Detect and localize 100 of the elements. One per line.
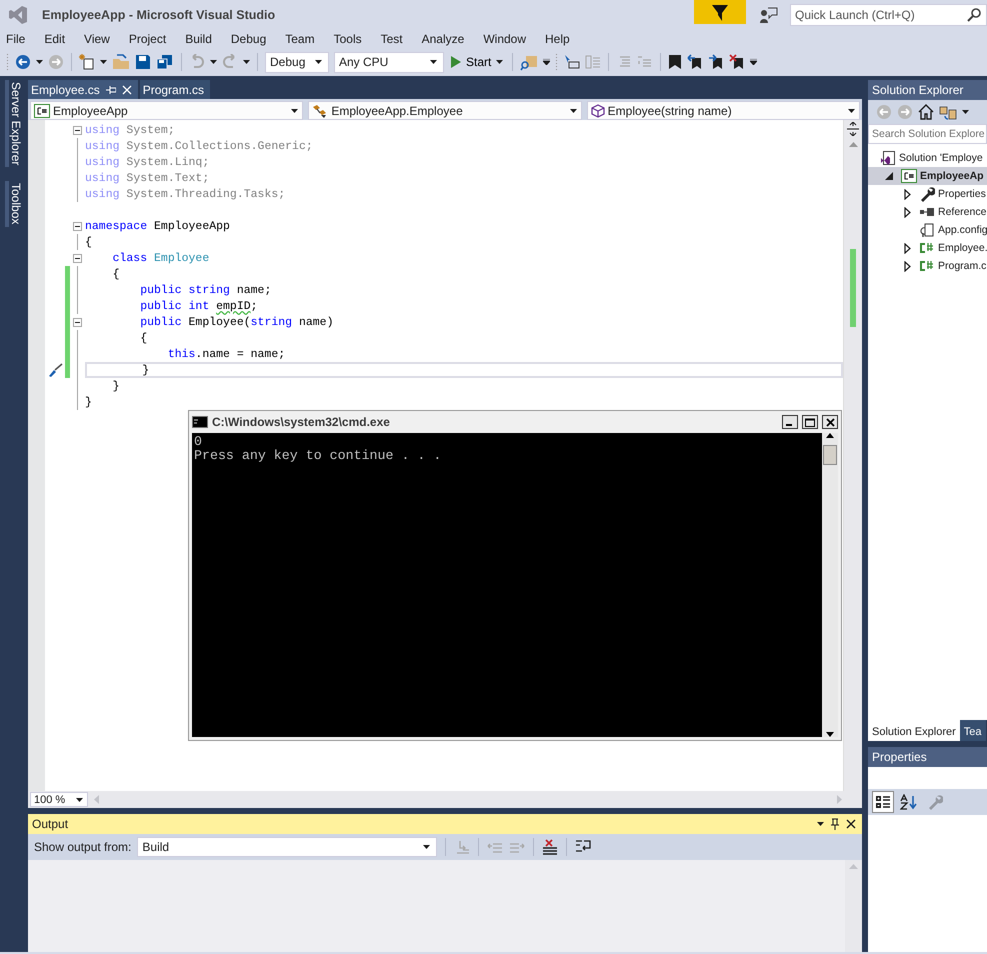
maximize-icon [805,418,815,426]
collapse-icon[interactable] [73,126,82,134]
collapse-icon[interactable] [73,318,82,326]
csharp-project-icon [34,104,50,118]
collapsed-arrow-icon[interactable] [904,260,910,272]
caret-icon[interactable] [243,60,250,64]
tree-item[interactable]: Properties [868,185,987,203]
overflow-icon[interactable] [543,59,550,65]
navigation-dropdown[interactable]: EmployeeApp.Employee [308,101,582,120]
menu-item[interactable]: Window [483,32,532,46]
split-icon[interactable] [847,122,859,136]
document-tab[interactable]: Program.cs [140,80,210,99]
console-icon [192,416,208,428]
tree-item[interactable]: EmployeeAp [868,167,987,185]
pin-icon[interactable] [830,818,840,830]
find-in-files-icon[interactable] [520,53,538,71]
overflow-icon[interactable] [750,59,758,65]
config-file-icon [919,222,935,238]
categorized-icon [875,794,891,810]
collapsed-arrow-icon[interactable] [904,188,910,200]
menu-item[interactable]: Debug [230,32,272,46]
collapse-icon[interactable] [73,254,82,262]
scroll-thumb[interactable] [823,445,837,465]
close-icon[interactable] [846,819,856,829]
save-icon[interactable] [135,54,151,70]
code-line: this.name = name; [166,348,286,360]
code-line: class Employee [112,252,210,264]
caret-icon[interactable] [210,60,217,64]
menu-item[interactable]: Test [380,32,409,46]
class-icon [312,104,328,118]
menu-item[interactable]: Analyze [422,32,470,46]
menu-item[interactable]: File [6,32,32,46]
code-line: public Employee(string name) [139,316,334,328]
collapsed-arrow-icon[interactable] [904,206,910,218]
tree-item[interactable]: Reference [868,203,987,221]
minimize-button[interactable] [782,415,798,429]
code-line: } [112,380,120,392]
panel-title: Properties [868,747,987,767]
clear-bookmarks-icon[interactable] [729,54,746,70]
search-field[interactable]: Search Solution Explore [868,124,987,144]
tree-item[interactable]: App.config [868,221,987,239]
caret-icon[interactable] [962,110,969,114]
zoom-dropdown[interactable]: 100 % [30,792,88,807]
vertical-scrollbar[interactable] [845,860,862,952]
toolbar-button[interactable] [872,791,894,813]
menu-item[interactable]: Build [185,32,218,46]
navigation-dropdown[interactable]: Employee(string name) [586,101,860,120]
code-line: using System.Threading.Tasks; [85,188,286,200]
previous-bookmark-icon[interactable] [687,54,704,70]
select-icon[interactable] [564,54,580,70]
window-title: C:\Windows\system32\cmd.exe [212,415,391,429]
next-bookmark-icon[interactable] [708,54,724,70]
open-folder-icon[interactable] [112,54,130,70]
menu-item[interactable]: Tools [334,32,368,46]
search-icon[interactable] [967,8,981,22]
caret-icon [496,60,504,64]
vertical-scrollbar[interactable] [843,120,862,791]
vertical-scrollbar[interactable] [822,433,838,737]
close-button[interactable] [822,415,838,429]
menu-item[interactable]: Team [285,32,321,46]
save-all-icon[interactable] [156,54,174,70]
home-icon[interactable] [918,104,934,120]
platform-dropdown[interactable]: Any CPU [334,52,444,72]
caret-icon [76,798,83,802]
scroll-up-icon[interactable] [826,433,834,438]
bookmark-icon[interactable] [668,54,682,70]
feedback-icon[interactable] [760,7,778,23]
tree-item[interactable]: Program.c [868,257,987,275]
configuration-dropdown[interactable]: Debug [265,52,329,72]
tree-item[interactable]: Solution 'Employe [868,149,987,167]
back-icon[interactable] [15,54,31,70]
menu-item[interactable]: Edit [44,32,72,46]
notification-button[interactable] [694,0,746,24]
quick-launch-field[interactable]: Quick Launch (Ctrl+Q) [790,4,987,26]
caret-icon[interactable] [36,60,43,64]
panel-tab[interactable]: Tea [960,720,986,741]
menu-item[interactable]: View [84,32,116,46]
start-button[interactable]: Start [449,55,506,69]
side-tab[interactable]: Toolbox [5,181,23,227]
wrench-icon [919,186,935,202]
output-source-dropdown[interactable]: Build [137,837,438,857]
clear-all-icon[interactable] [542,839,558,855]
menu-item[interactable]: Project [128,32,172,46]
panel-tab[interactable]: Solution Explorer [868,720,960,741]
new-project-icon[interactable] [79,54,95,70]
collapsed-arrow-icon[interactable] [904,242,910,254]
scroll-down-icon[interactable] [826,732,834,737]
maximize-button[interactable] [802,415,818,429]
side-tab[interactable]: Server Explorer [5,80,23,168]
menu-item[interactable]: Help [545,32,576,46]
navigation-dropdown[interactable]: EmployeeApp [30,101,304,120]
tree-item[interactable]: Employee. [868,239,987,257]
sync-icon[interactable] [939,104,957,120]
caret-icon[interactable] [100,60,107,64]
expanded-arrow-icon[interactable] [885,172,893,180]
caret-icon[interactable] [817,822,824,826]
fold-guide-line [77,234,78,250]
brush-icon[interactable] [47,363,63,377]
collapse-icon[interactable] [73,222,82,230]
code-line: using System; [85,124,175,136]
